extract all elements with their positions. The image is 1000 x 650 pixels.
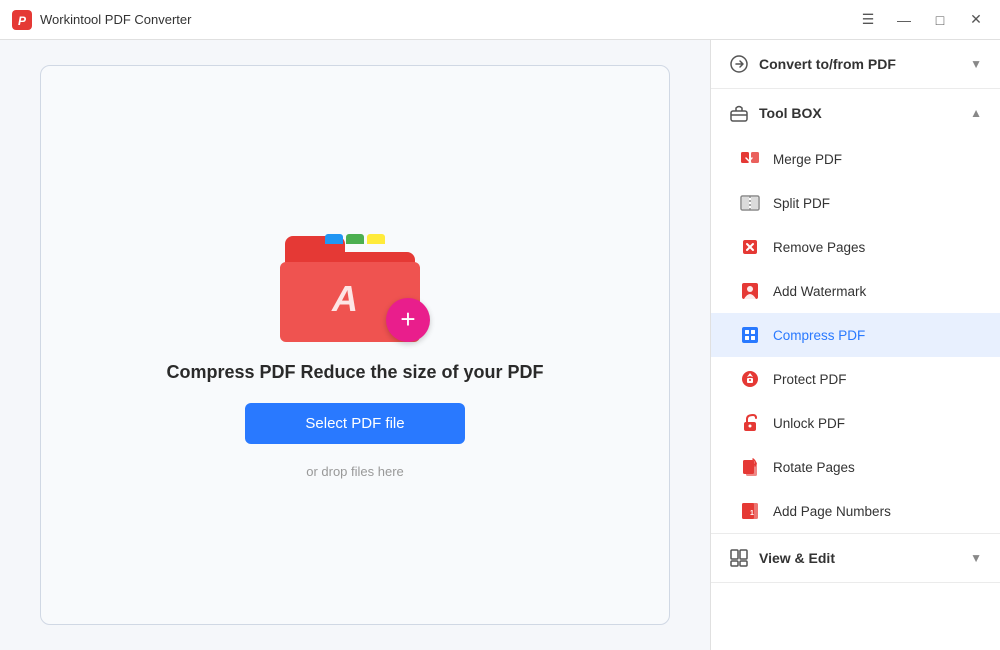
title-bar: P Workintool PDF Converter ☰ — □ ✕ <box>0 0 1000 40</box>
toolbox-chevron: ▲ <box>970 106 982 120</box>
rotate-label: Rotate Pages <box>773 460 855 475</box>
acrobat-symbol: A <box>332 278 358 320</box>
maximize-button[interactable]: □ <box>928 8 952 32</box>
sidebar-item-rotate[interactable]: Rotate Pages <box>711 445 1000 489</box>
app-title: Workintool PDF Converter <box>40 12 191 27</box>
sidebar-section-viewedit: View & Edit ▼ <box>711 534 1000 583</box>
sidebar-item-protect[interactable]: Protect PDF <box>711 357 1000 401</box>
protect-icon <box>739 368 761 390</box>
sidebar-item-merge[interactable]: Merge PDF <box>711 137 1000 181</box>
remove-icon <box>739 236 761 258</box>
viewedit-chevron: ▼ <box>970 551 982 565</box>
convert-chevron: ▼ <box>970 57 982 71</box>
pdf-illustration: A + <box>275 212 435 342</box>
compress-icon <box>739 324 761 346</box>
merge-icon <box>739 148 761 170</box>
sidebar-item-compress[interactable]: Compress PDF <box>711 313 1000 357</box>
viewedit-section-title: View & Edit <box>729 548 835 568</box>
toolbox-section-header[interactable]: Tool BOX ▲ <box>711 89 1000 137</box>
protect-label: Protect PDF <box>773 372 847 387</box>
sidebar-item-pagenumbers[interactable]: 1 Add Page Numbers <box>711 489 1000 533</box>
sidebar-item-watermark[interactable]: Add Watermark <box>711 269 1000 313</box>
close-button[interactable]: ✕ <box>964 8 988 32</box>
sidebar: Convert to/from PDF ▼ Tool BOX <box>710 40 1000 650</box>
convert-section-header[interactable]: Convert to/from PDF ▼ <box>711 40 1000 88</box>
toolbox-section-title: Tool BOX <box>729 103 822 123</box>
title-bar-left: P Workintool PDF Converter <box>12 10 191 30</box>
unlock-label: Unlock PDF <box>773 416 845 431</box>
minimize-button[interactable]: — <box>892 8 916 32</box>
split-icon <box>739 192 761 214</box>
app-icon: P <box>12 10 32 30</box>
main-text: Compress PDF Reduce the size of your PDF <box>166 362 543 383</box>
sidebar-section-toolbox: Tool BOX ▲ Merge PDF <box>711 89 1000 534</box>
sidebar-item-split[interactable]: Split PDF <box>711 181 1000 225</box>
tab-green <box>346 234 364 244</box>
pagenumbers-label: Add Page Numbers <box>773 504 891 519</box>
convert-label: Convert to/from PDF <box>759 56 896 72</box>
menu-button[interactable]: ☰ <box>856 8 880 32</box>
title-bar-controls: ☰ — □ ✕ <box>856 8 988 32</box>
compress-label: Compress PDF <box>773 328 865 343</box>
convert-section-title: Convert to/from PDF <box>729 54 896 74</box>
rotate-icon <box>739 456 761 478</box>
viewedit-icon <box>729 548 749 568</box>
remove-label: Remove Pages <box>773 240 865 255</box>
sidebar-item-remove[interactable]: Remove Pages <box>711 225 1000 269</box>
folder-tabs <box>325 234 385 244</box>
toolbox-label: Tool BOX <box>759 105 822 121</box>
pdf-logo: A <box>315 272 375 327</box>
drop-text: or drop files here <box>306 464 404 479</box>
split-label: Split PDF <box>773 196 830 211</box>
tab-yellow <box>367 234 385 244</box>
viewedit-label: View & Edit <box>759 550 835 566</box>
content-area: A + Compress PDF Reduce the size of your… <box>0 40 710 650</box>
sidebar-section-convert: Convert to/from PDF ▼ <box>711 40 1000 89</box>
tab-blue <box>325 234 343 244</box>
select-pdf-button[interactable]: Select PDF file <box>245 403 464 444</box>
unlock-icon <box>739 412 761 434</box>
plus-circle: + <box>386 298 430 342</box>
sidebar-item-unlock[interactable]: Unlock PDF <box>711 401 1000 445</box>
viewedit-section-header[interactable]: View & Edit ▼ <box>711 534 1000 582</box>
watermark-label: Add Watermark <box>773 284 866 299</box>
main-layout: A + Compress PDF Reduce the size of your… <box>0 40 1000 650</box>
watermark-icon <box>739 280 761 302</box>
svg-text:P: P <box>18 14 27 28</box>
merge-label: Merge PDF <box>773 152 842 167</box>
pagenumbers-icon: 1 <box>739 500 761 522</box>
convert-icon <box>729 54 749 74</box>
svg-text:1: 1 <box>750 510 754 517</box>
drop-zone[interactable]: A + Compress PDF Reduce the size of your… <box>40 65 670 625</box>
toolbox-icon <box>729 103 749 123</box>
